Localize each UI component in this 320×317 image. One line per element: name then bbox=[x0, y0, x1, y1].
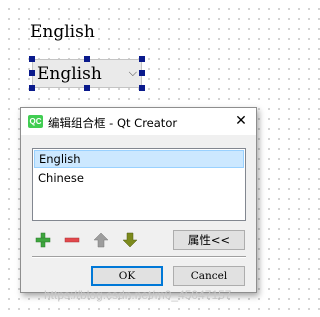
list-item-label: English bbox=[39, 152, 81, 166]
close-button[interactable]: ✕ bbox=[232, 112, 250, 130]
combo-items-list[interactable]: English Chinese bbox=[32, 148, 246, 221]
dialog-separator bbox=[32, 256, 246, 258]
properties-toggle-button[interactable]: 属性<< bbox=[173, 230, 245, 250]
move-item-up-button[interactable] bbox=[91, 230, 111, 250]
watermark: https://blog.csdn.net/m0_45047157 bbox=[44, 288, 232, 302]
cancel-button[interactable]: Cancel bbox=[173, 266, 245, 286]
selection-handle-bottom-right[interactable] bbox=[139, 85, 145, 91]
form-label[interactable]: English bbox=[30, 22, 95, 42]
selection-handle-bottom-left[interactable] bbox=[29, 85, 35, 91]
edit-combo-box-dialog: QC 编辑组合框 - Qt Creator ✕ English Chinese bbox=[20, 107, 257, 293]
list-item[interactable]: Chinese bbox=[34, 169, 244, 187]
remove-item-button[interactable] bbox=[62, 230, 82, 250]
selection-handle-top-middle[interactable] bbox=[84, 56, 90, 62]
chevron-down-icon: ⌵ bbox=[128, 66, 137, 79]
dialog-title: 编辑组合框 - Qt Creator bbox=[48, 116, 178, 130]
arrow-down-icon bbox=[122, 232, 138, 248]
selection-handle-bottom-middle[interactable] bbox=[84, 85, 90, 91]
selection-handle-middle-right[interactable] bbox=[139, 70, 145, 76]
list-item[interactable]: English bbox=[34, 150, 244, 168]
selection-handle-top-right[interactable] bbox=[139, 56, 145, 62]
ok-button[interactable]: OK bbox=[91, 266, 163, 286]
form-combo-box[interactable]: English ⌵ bbox=[32, 59, 142, 88]
dialog-titlebar[interactable]: QC 编辑组合框 - Qt Creator ✕ bbox=[21, 108, 256, 135]
qt-creator-icon: QC bbox=[28, 115, 43, 128]
close-icon: ✕ bbox=[235, 113, 247, 129]
list-item-label: Chinese bbox=[38, 171, 84, 185]
move-item-down-button[interactable] bbox=[120, 230, 140, 250]
form-combo-value: English bbox=[37, 64, 102, 84]
add-item-button[interactable] bbox=[33, 230, 53, 250]
plus-icon bbox=[35, 232, 51, 248]
selection-handle-top-left[interactable] bbox=[29, 56, 35, 62]
arrow-up-icon bbox=[93, 232, 109, 248]
selection-handle-middle-left[interactable] bbox=[29, 70, 35, 76]
minus-icon bbox=[64, 237, 80, 243]
